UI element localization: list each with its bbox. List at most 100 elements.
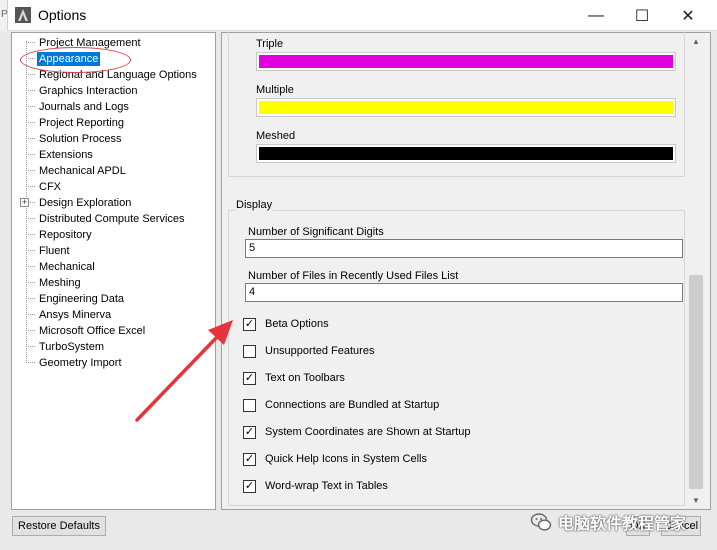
tree-connector [26,218,35,219]
tree-connector [26,298,35,299]
checkbox-label: Quick Help Icons in System Cells [265,453,427,465]
wechat-icon [530,513,552,531]
checkbox-label: Text on Toolbars [265,372,345,384]
ansys-logo-icon [15,7,31,23]
tree-connector [26,170,35,171]
display-group: Number of Significant Digits 5 Number of… [228,210,685,506]
tree-item-label: Meshing [39,277,81,289]
tree-item[interactable]: Repository [12,227,215,243]
checkbox[interactable] [243,345,256,358]
checkbox[interactable]: ✓ [243,318,256,331]
watermark: 电脑软件教程管家 [530,510,686,534]
checkbox-row[interactable]: Unsupported Features [243,344,543,360]
tree-item[interactable]: Solution Process [12,131,215,147]
checkbox-row[interactable]: ✓ Word-wrap Text in Tables [243,479,543,495]
recent-files-label: Number of Files in Recently Used Files L… [248,270,459,282]
checkbox-row[interactable]: ✓ Beta Options [243,317,543,333]
tree-item[interactable]: Fluent [12,243,215,259]
annotation-ellipse [20,47,131,73]
tree-item[interactable]: CFX [12,179,215,195]
tree-item[interactable]: Graphics Interaction [12,83,215,99]
checkbox-row[interactable]: ✓ System Coordinates are Shown at Startup [243,425,543,441]
color-swatch-triple[interactable] [256,52,676,71]
tree-connector [26,362,35,363]
checkbox[interactable]: ✓ [243,453,256,466]
color-label-meshed: Meshed [256,130,296,142]
tree-connector [26,154,35,155]
tree-item-label: Engineering Data [39,293,125,305]
tree-item-label: Mechanical APDL [39,165,126,177]
color-swatch-multiple[interactable] [256,98,676,117]
tree-item-label: Ansys Minerva [39,309,112,321]
vertical-scrollbar[interactable]: ▲ ▼ [687,33,705,509]
tree-item[interactable]: Mechanical APDL [12,163,215,179]
maximize-button[interactable]: ☐ [619,0,665,31]
checkbox[interactable]: ✓ [243,426,256,439]
window-title: Options [38,7,87,23]
tree-item[interactable]: Distributed Compute Services [12,211,215,227]
tree-connector [26,106,35,107]
tree-connector [26,346,35,347]
tree-connector [26,250,35,251]
tree-item-label: Mechanical [39,261,95,273]
colors-group: Triple Multiple Meshed [228,32,685,177]
settings-panel: Triple Multiple Meshed Number of Signifi… [221,32,711,510]
swatch-fill [259,101,673,114]
tree-connector [26,330,35,331]
tree-item[interactable]: Ansys Minerva [12,307,215,323]
tree-item-label: CFX [39,181,61,193]
checkbox-label: System Coordinates are Shown at Startup [265,426,471,438]
restore-defaults-button[interactable]: Restore Defaults [12,516,106,536]
options-tree[interactable]: Project Management Appearance Regional and… [11,32,216,510]
scroll-thumb[interactable] [689,275,703,489]
scroll-up-icon[interactable]: ▲ [687,33,705,50]
expand-plus-icon[interactable]: + [20,198,29,207]
tree-item[interactable]: Engineering Data [12,291,215,307]
tree-item[interactable]: Project Reporting [12,115,215,131]
tree-item[interactable]: + Design Exploration [12,195,215,211]
checkbox-label: Unsupported Features [265,345,375,357]
swatch-fill [259,147,673,160]
checkbox[interactable]: ✓ [243,372,256,385]
tree-item[interactable]: Meshing [12,275,215,291]
tree-item[interactable]: Microsoft Office Excel [12,323,215,339]
color-swatch-meshed[interactable] [256,144,676,163]
checkbox-label: Word-wrap Text in Tables [265,480,388,492]
checkbox[interactable]: ✓ [243,480,256,493]
tree-connector [26,234,35,235]
tree-connector [26,186,35,187]
tree-item[interactable]: Extensions [12,147,215,163]
checkbox[interactable] [243,399,256,412]
checkbox-row[interactable]: Connections are Bundled at Startup [243,398,543,414]
sig-digits-input[interactable]: 5 [245,239,683,258]
minimize-button[interactable]: — [573,0,619,31]
swatch-fill [259,55,673,68]
tree-connector [26,138,35,139]
checkbox-row[interactable]: ✓ Quick Help Icons in System Cells [243,452,543,468]
checkbox-label: Beta Options [265,318,329,330]
tree-item[interactable]: Journals and Logs [12,99,215,115]
tree-item[interactable]: Geometry Import [12,355,215,371]
tree-item-label: Distributed Compute Services [39,213,185,225]
background-window-edge: P [0,0,8,31]
tree-item-label: TurboSystem [39,341,105,353]
tree-item[interactable]: Mechanical [12,259,215,275]
tree-connector [26,42,35,43]
tree-connector [26,122,35,123]
watermark-text: 电脑软件教程管家 [558,516,687,533]
display-group-title: Display [235,199,274,211]
tree-item-label: Project Reporting [39,117,124,129]
tree-item[interactable]: TurboSystem [12,339,215,355]
tree-item-label: Microsoft Office Excel [39,325,146,337]
title-bar: P Options — ☐ ✕ [0,0,717,31]
tree-connector [26,314,35,315]
tree-connector [26,90,35,91]
tree-connector [26,266,35,267]
close-button[interactable]: ✕ [665,0,711,31]
scroll-down-icon[interactable]: ▼ [687,492,705,509]
tree-item-label: Repository [39,229,92,241]
checkbox-row[interactable]: ✓ Text on Toolbars [243,371,543,387]
recent-files-input[interactable]: 4 [245,283,683,302]
tree-item-label: Graphics Interaction [39,85,138,97]
tree-item-label: Solution Process [39,133,122,145]
